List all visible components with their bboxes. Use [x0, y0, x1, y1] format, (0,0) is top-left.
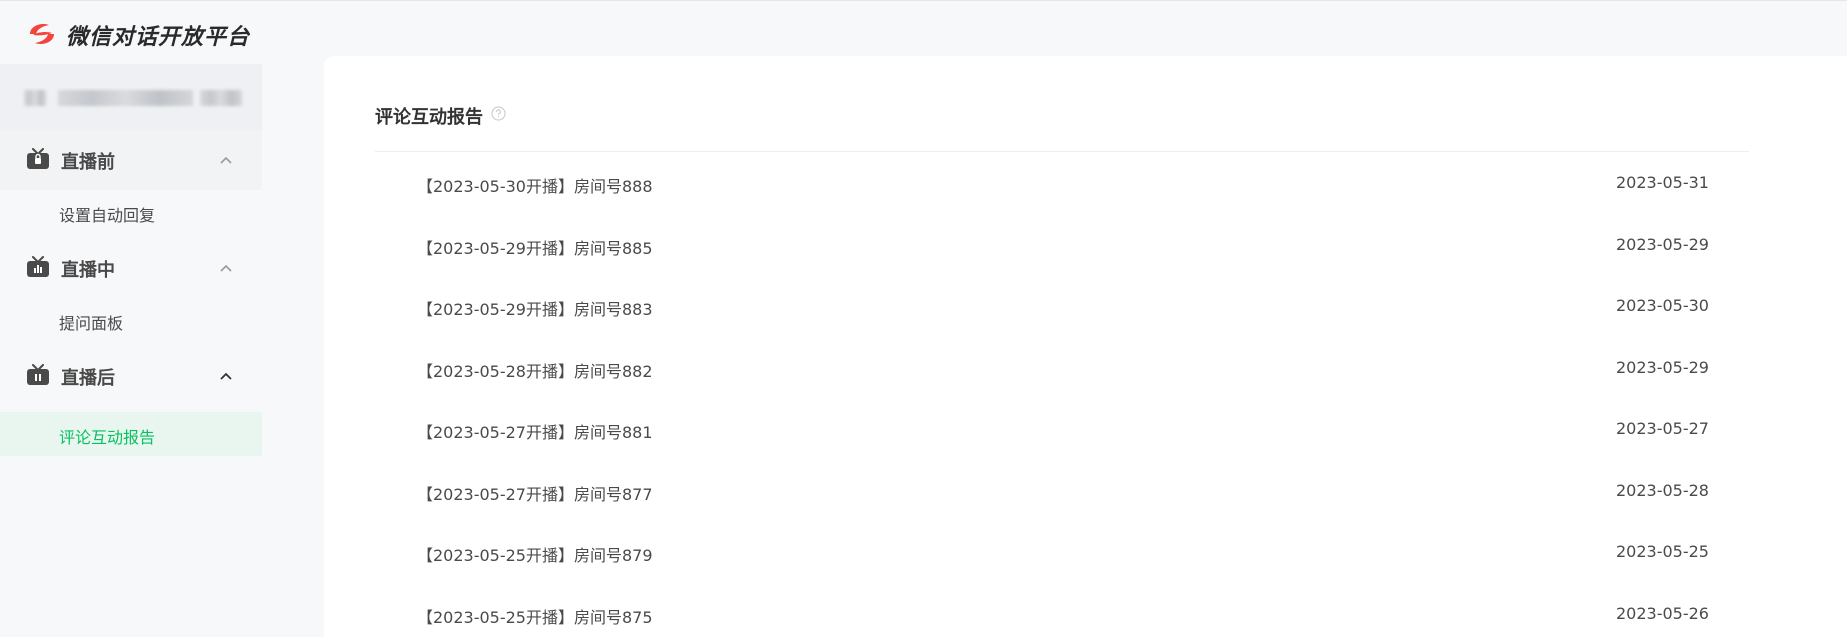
report-row[interactable]: 【2023-05-30开播】房间号888 2023-05-31 [375, 163, 1749, 203]
chevron-up-icon[interactable] [218, 260, 234, 276]
sidebar-item-comment-report[interactable]: 评论互动报告 [0, 412, 262, 456]
report-row[interactable]: 【2023-05-25开播】房间号879 2023-05-25 [375, 532, 1749, 572]
report-row[interactable]: 【2023-05-28开播】房间号882 2023-05-29 [375, 348, 1749, 388]
sidebar-item-label: 评论互动报告 [59, 428, 156, 447]
sidebar-group-label: 直播中 [61, 260, 115, 281]
sidebar-group-label: 直播后 [61, 368, 115, 389]
report-row[interactable]: 【2023-05-27开播】房间号877 2023-05-28 [375, 471, 1749, 511]
sidebar-item-question-panel[interactable]: 提问面板 [0, 298, 262, 342]
title-divider [375, 151, 1749, 152]
chevron-up-icon[interactable] [218, 152, 234, 168]
page-title: 评论互动报告 [375, 107, 483, 128]
blurred-account-name [200, 90, 242, 106]
blurred-account-name [24, 90, 46, 106]
question-circle-icon[interactable] [491, 106, 506, 121]
wechat-dialog-logo-icon[interactable] [27, 20, 57, 48]
chevron-up-icon[interactable] [218, 368, 234, 384]
sidebar-group-post-live[interactable]: 直播后 [0, 346, 262, 406]
tv-lock-icon [27, 148, 49, 169]
sidebar-group-live[interactable]: 直播中 [0, 238, 262, 298]
tv-chart-icon [27, 256, 49, 277]
sidebar-group-label: 直播前 [61, 152, 115, 173]
sidebar-item-label: 提问面板 [59, 314, 124, 333]
report-date: 2023-05-28 [1616, 481, 1709, 500]
report-date: 2023-05-30 [1616, 296, 1709, 315]
report-row[interactable]: 【2023-05-29开播】房间号883 2023-05-30 [375, 286, 1749, 326]
report-date: 2023-05-26 [1616, 604, 1709, 623]
sidebar: 直播前 设置自动回复 直播中 提问面板 直播后 评论互动报告 [0, 64, 262, 637]
sidebar-item-label: 设置自动回复 [59, 206, 156, 225]
report-name: 【2023-05-30开播】房间号888 [417, 177, 653, 196]
report-name: 【2023-05-28开播】房间号882 [417, 362, 653, 381]
top-bar: 微信对话开放平台 [0, 0, 1847, 64]
report-name: 【2023-05-25开播】房间号879 [417, 546, 653, 565]
report-date: 2023-05-29 [1616, 235, 1709, 254]
blurred-account-name [58, 90, 193, 106]
report-date: 2023-05-25 [1616, 542, 1709, 561]
report-name: 【2023-05-27开播】房间号881 [417, 423, 653, 442]
tv-pause-icon [27, 364, 49, 385]
report-name: 【2023-05-29开播】房间号885 [417, 239, 653, 258]
main-panel: 评论互动报告 【2023-05-30开播】房间号888 2023-05-31 【… [324, 56, 1847, 637]
report-name: 【2023-05-29开播】房间号883 [417, 300, 653, 319]
report-date: 2023-05-27 [1616, 419, 1709, 438]
report-row[interactable]: 【2023-05-25开播】房间号875 2023-05-26 [375, 594, 1749, 634]
brand-title[interactable]: 微信对话开放平台 [66, 19, 250, 51]
sidebar-group-pre-live[interactable]: 直播前 [0, 130, 262, 190]
report-name: 【2023-05-27开播】房间号877 [417, 485, 653, 504]
report-row[interactable]: 【2023-05-27开播】房间号881 2023-05-27 [375, 409, 1749, 449]
report-row[interactable]: 【2023-05-29开播】房间号885 2023-05-29 [375, 225, 1749, 265]
sidebar-item-auto-reply[interactable]: 设置自动回复 [0, 190, 262, 234]
report-date: 2023-05-31 [1616, 173, 1709, 192]
report-name: 【2023-05-25开播】房间号875 [417, 608, 653, 627]
account-switcher[interactable] [0, 64, 262, 130]
report-date: 2023-05-29 [1616, 358, 1709, 377]
app-window: 微信对话开放平台 直播前 设置自动回复 直播中 提问面板 直播后 评论互动报告 … [0, 0, 1847, 637]
